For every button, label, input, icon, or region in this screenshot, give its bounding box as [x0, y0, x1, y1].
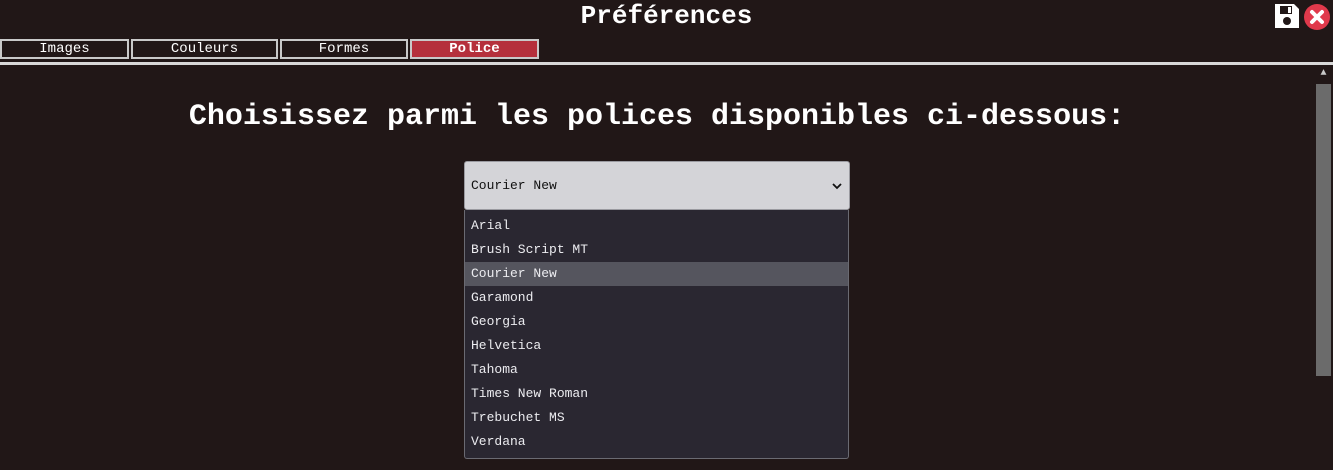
title-bar: Préférences: [0, 0, 1333, 36]
font-selection-heading: Choisissez parmi les polices disponibles…: [188, 100, 1126, 134]
preferences-window: Préférences Images Couleurs Formes Polic…: [0, 0, 1333, 470]
font-option-courier-new[interactable]: Courier New: [465, 262, 848, 286]
font-option-tahoma[interactable]: Tahoma: [465, 358, 848, 382]
font-option-brush-script-mt[interactable]: Brush Script MT: [465, 238, 848, 262]
chevron-down-icon: [832, 183, 842, 190]
scroll-up-arrow-icon[interactable]: ▲: [1318, 68, 1329, 80]
tab-couleurs[interactable]: Couleurs: [131, 39, 278, 59]
close-circle-icon: [1304, 4, 1330, 30]
font-option-trebuchet-ms[interactable]: Trebuchet MS: [465, 406, 848, 430]
floppy-disk-icon: [1275, 4, 1299, 28]
font-option-georgia[interactable]: Georgia: [465, 310, 848, 334]
vertical-scrollbar[interactable]: ▲: [1314, 66, 1333, 470]
font-options-list: Arial Brush Script MT Courier New Garamo…: [464, 210, 849, 459]
scrollbar-thumb[interactable]: [1316, 84, 1331, 376]
font-option-garamond[interactable]: Garamond: [465, 286, 848, 310]
font-option-arial[interactable]: Arial: [465, 214, 848, 238]
font-option-helvetica[interactable]: Helvetica: [465, 334, 848, 358]
tab-divider: [0, 62, 1333, 65]
font-select-value: Courier New: [471, 178, 557, 193]
close-button[interactable]: [1303, 3, 1331, 31]
tab-police[interactable]: Police: [410, 39, 539, 59]
save-button[interactable]: [1273, 2, 1301, 30]
font-option-times-new-roman[interactable]: Times New Roman: [465, 382, 848, 406]
font-select[interactable]: Courier New: [464, 161, 850, 210]
font-option-verdana[interactable]: Verdana: [465, 430, 848, 454]
tab-formes[interactable]: Formes: [280, 39, 408, 59]
tab-images[interactable]: Images: [0, 39, 129, 59]
window-title: Préférences: [580, 1, 753, 31]
